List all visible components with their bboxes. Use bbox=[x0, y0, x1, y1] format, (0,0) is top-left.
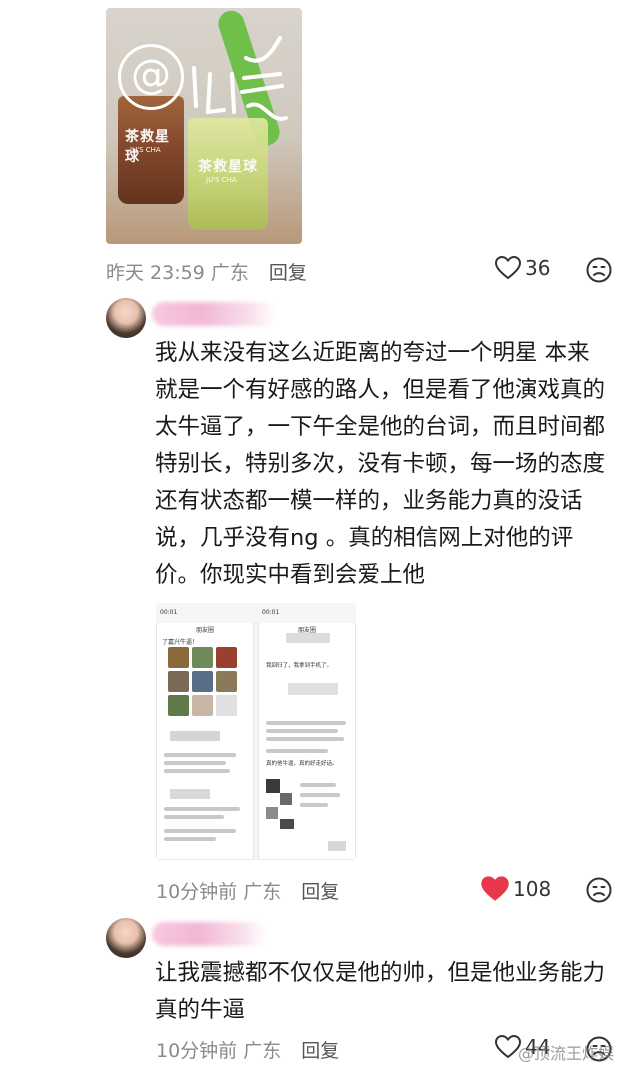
weibo-watermark: @顶流王炸娱 bbox=[518, 1040, 614, 1064]
screenshot-text-line bbox=[164, 815, 224, 819]
cup-sub-right: JU'S CHA bbox=[206, 176, 237, 184]
screenshot-right-msg: 真的他牛逼，真的好走好话。 bbox=[266, 761, 338, 767]
post-time: 昨天 23:59 bbox=[106, 262, 205, 284]
screenshot-left: 00:01 朋友圈 了嘉兴牛逼！ bbox=[156, 603, 254, 860]
comment1-line: 说，几乎没有ng 。真的相信网上对他的评 bbox=[155, 525, 574, 551]
comment1-line: 就是一个有好感的路人，但是看了他演戏真的 bbox=[155, 377, 606, 403]
comment1-line: 价。你现实中看到会爱上他 bbox=[155, 562, 426, 588]
screenshot-text-line bbox=[300, 793, 340, 797]
comment1-location: 广东 bbox=[243, 881, 282, 903]
screenshot-thumb bbox=[192, 695, 213, 716]
screenshot-thumb bbox=[168, 695, 189, 716]
comment1-time: 10分钟前 bbox=[156, 881, 238, 903]
comment1-text: 我从来没有这么近距离的夸过一个明星 本来 就是一个有好感的路人，但是看了他演戏真… bbox=[155, 335, 605, 594]
screenshot-right: 00:01 朋友圈 我回归了，我拿到手机了。 真的他牛逼，真的好走好话。 bbox=[258, 603, 356, 860]
screenshot-text-line bbox=[164, 769, 230, 773]
screenshot-text-line bbox=[164, 829, 236, 833]
screenshot-text-line bbox=[266, 749, 328, 753]
comment1-username-blurred[interactable] bbox=[152, 302, 277, 326]
screenshot-right-reply: 我回归了，我拿到手机了。 bbox=[266, 663, 333, 669]
comment1-line: 还有状态都一模一样的，业务能力真的没话 bbox=[155, 488, 583, 514]
screenshot-left-title: 朋友圈 bbox=[195, 627, 214, 634]
watermark-script-icon bbox=[192, 36, 288, 121]
screenshot-pixelated-block bbox=[170, 731, 220, 741]
comment2-reply-button[interactable]: 回复 bbox=[301, 1040, 339, 1062]
comment1-reply-button[interactable]: 回复 bbox=[301, 881, 339, 903]
comment1-attached-image[interactable]: 00:01 朋友圈 了嘉兴牛逼！ 00:01 朋友圈 我回归了，我拿到手机了。 bbox=[156, 603, 356, 860]
post-like-button[interactable]: 36 bbox=[495, 256, 550, 280]
comment2-line: 真的牛逼 bbox=[155, 997, 246, 1023]
post-dislike-button[interactable] bbox=[586, 257, 612, 283]
screenshot-right-time: 00:01 bbox=[262, 609, 280, 616]
comment1-line: 特别长，特别多次，没有卡顿，每一场的态度 bbox=[155, 451, 606, 477]
comment2-avatar[interactable] bbox=[106, 918, 146, 958]
screenshot-pixelated-block bbox=[266, 779, 280, 793]
watermark-text: @顶流王炸娱 bbox=[518, 1044, 615, 1063]
comment1-line: 太牛逼了，一下午全是他的台词，而且时间都 bbox=[155, 414, 606, 440]
screenshot-text-line bbox=[300, 783, 336, 787]
screenshot-left-statusbar: 00:01 bbox=[156, 603, 254, 623]
comment2-line: 让我震撼都不仅仅是他的帅，但是他业务能力 bbox=[155, 960, 606, 986]
heart-filled-icon bbox=[481, 876, 509, 902]
screenshot-text-line bbox=[266, 721, 346, 725]
screenshot-left-time: 00:01 bbox=[160, 609, 178, 616]
sad-face-icon bbox=[586, 877, 612, 903]
screenshot-pixelated-block bbox=[280, 819, 294, 829]
screenshot-pixelated-block bbox=[288, 683, 338, 695]
post-photo[interactable]: 茶救星球 JU'S CHA 茶救星球 JU'S CHA @ bbox=[106, 8, 302, 244]
screenshot-pixelated-block bbox=[216, 695, 237, 716]
screenshot-text-line bbox=[164, 807, 240, 811]
screenshot-pixelated-block bbox=[170, 789, 210, 799]
sad-face-icon bbox=[586, 257, 612, 283]
screenshot-text-line bbox=[300, 803, 328, 807]
screenshot-thumb bbox=[192, 671, 213, 692]
comment2-meta: 10分钟前 广东 回复 bbox=[156, 1036, 339, 1063]
screenshot-text-line bbox=[266, 729, 338, 733]
comment2-text: 让我震撼都不仅仅是他的帅，但是他业务能力 真的牛逼 bbox=[155, 955, 605, 1029]
comment2-location: 广东 bbox=[243, 1040, 282, 1062]
screenshot-text-line bbox=[266, 737, 344, 741]
screenshot-thumb bbox=[216, 647, 237, 668]
comment1-like-button[interactable]: 108 bbox=[481, 876, 551, 902]
screenshot-text-line bbox=[164, 761, 226, 765]
comment1-avatar[interactable] bbox=[106, 298, 146, 338]
screenshot-text-line bbox=[164, 837, 216, 841]
screenshot-right-statusbar: 00:01 bbox=[258, 603, 356, 623]
heart-outline-icon bbox=[495, 256, 521, 280]
post-meta: 昨天 23:59 广东 回复 bbox=[106, 258, 307, 285]
comment1-line: 我从来没有这么近距离的夸过一个明星 本来 bbox=[155, 340, 590, 366]
screenshot-pixelated-block bbox=[266, 807, 278, 819]
screenshot-thumb bbox=[216, 671, 237, 692]
cup-brand-right: 茶救星球 bbox=[198, 159, 258, 175]
post-location: 广东 bbox=[210, 262, 249, 284]
comment2-username-blurred[interactable] bbox=[152, 922, 267, 946]
post-like-count: 36 bbox=[525, 256, 551, 280]
comment1-meta: 10分钟前 广东 回复 bbox=[156, 877, 339, 904]
photo-cup-left: 茶救星球 JU'S CHA bbox=[118, 96, 184, 204]
post-reply-button[interactable]: 回复 bbox=[269, 262, 307, 284]
comment1-dislike-button[interactable] bbox=[586, 877, 612, 903]
comment2-time: 10分钟前 bbox=[156, 1040, 238, 1062]
screenshot-thumb bbox=[168, 647, 189, 668]
screenshot-thumb bbox=[192, 647, 213, 668]
screenshot-pixelated-block bbox=[286, 633, 330, 643]
screenshot-text-line bbox=[164, 753, 236, 757]
watermark-at-icon: @ bbox=[118, 44, 184, 110]
screenshot-pixelated-block bbox=[280, 793, 292, 805]
screenshot-pixelated-block bbox=[328, 841, 346, 851]
cup-sub-left: JU'S CHA bbox=[130, 146, 161, 154]
screenshot-left-caption: 了嘉兴牛逼！ bbox=[162, 639, 199, 646]
comment1-like-count: 108 bbox=[513, 877, 552, 901]
screenshot-thumb bbox=[168, 671, 189, 692]
